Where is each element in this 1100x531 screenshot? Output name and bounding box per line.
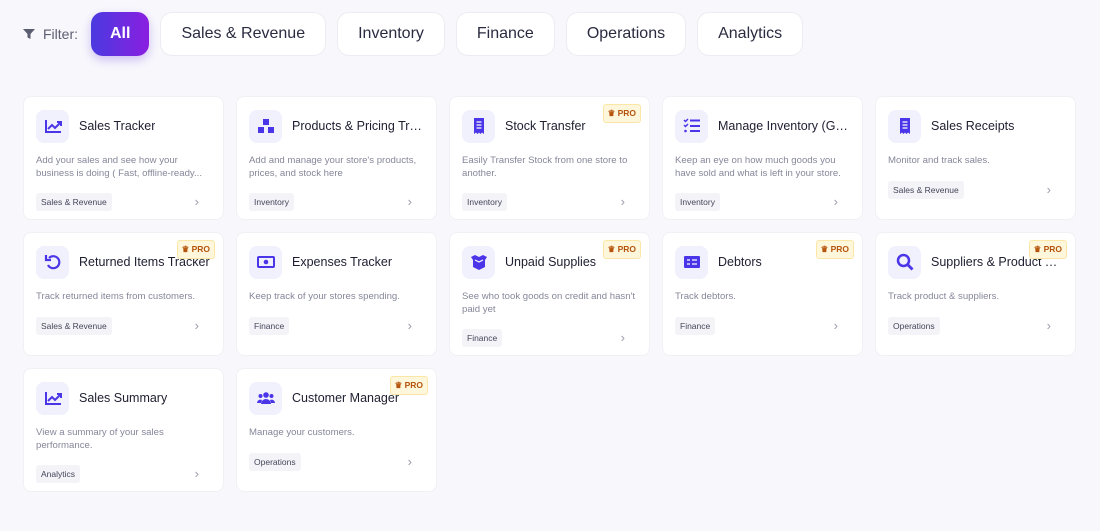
card-description: Keep an eye on how much goods you have s…	[675, 155, 841, 179]
card-title: Expenses Tracker	[292, 255, 393, 269]
tool-card-customer-manager[interactable]: Customer Manager Manage your customers. …	[236, 368, 437, 492]
crown-icon: ♛	[820, 244, 829, 254]
card-description: View a summary of your sales performance…	[36, 427, 164, 451]
card-title: Sales Summary	[79, 391, 168, 405]
filter-analytics-button[interactable]: Analytics	[697, 12, 804, 56]
card-description: Add and manage your store's products, pr…	[249, 155, 417, 179]
chevron-right-icon: ›	[194, 194, 199, 209]
category-tag: Finance	[462, 329, 503, 347]
filter-finance-button[interactable]: Finance	[455, 12, 555, 56]
filter-bar: Filter: All Sales & Revenue Inventory Finan…	[22, 12, 804, 56]
crown-icon: ♛	[181, 244, 190, 254]
chevron-right-icon: ›	[1046, 181, 1051, 197]
filter-icon	[23, 29, 35, 39]
crown-icon: ♛	[607, 244, 616, 254]
category-tag: Operations	[888, 316, 940, 335]
trending-up-icon	[36, 109, 69, 143]
card-description: Manage your customers.	[249, 427, 355, 438]
card-description: Add your sales and see how your business…	[36, 155, 203, 179]
card-title: Manage Inventory (Go...	[718, 119, 850, 133]
card-title: Debtors	[718, 255, 762, 269]
card-title: Customer Manager	[292, 391, 399, 405]
bill-icon	[675, 245, 708, 279]
receipt-icon	[462, 109, 495, 143]
tool-card-sales-summary[interactable]: Sales Summary View a summary of your sal…	[23, 368, 224, 492]
tool-card-suppliers-product-tr[interactable]: Suppliers & Product Tr... Track product …	[875, 232, 1076, 356]
pro-badge: ♛ PRO	[815, 240, 854, 259]
chevron-right-icon: ›	[407, 317, 412, 333]
tools-grid: Sales Tracker Add your sales and see how…	[23, 96, 1076, 492]
tool-card-sales-tracker[interactable]: Sales Tracker Add your sales and see how…	[23, 96, 224, 220]
pro-badge: ♛ PRO	[602, 104, 641, 123]
category-tag: Sales & Revenue	[36, 193, 112, 211]
category-tag: Operations	[249, 452, 301, 471]
card-description: Keep track of your stores spending.	[249, 291, 400, 302]
card-title: Sales Tracker	[79, 119, 156, 133]
card-description: Track debtors.	[675, 291, 736, 302]
category-tag: Sales & Revenue	[36, 316, 112, 335]
chevron-right-icon: ›	[194, 466, 199, 481]
pro-badge: ♛ PRO	[602, 240, 641, 259]
tool-card-debtors[interactable]: Debtors Track debtors. Finance › ♛ PRO	[662, 232, 863, 356]
checklist-icon	[675, 109, 708, 143]
trending-up-icon	[36, 381, 69, 415]
chevron-right-icon: ›	[407, 453, 412, 469]
category-tag: Finance	[675, 316, 716, 335]
crown-icon: ♛	[607, 108, 616, 118]
card-title: Unpaid Supplies	[505, 255, 597, 269]
card-title: Products & Pricing Trac...	[292, 119, 424, 133]
users-icon	[249, 381, 282, 415]
tool-card-manage-inventory-go[interactable]: Manage Inventory (Go... Keep an eye on h…	[662, 96, 863, 220]
card-header: Sales Tracker	[36, 109, 211, 143]
tool-card-unpaid-supplies[interactable]: Unpaid Supplies See who took goods on cr…	[449, 232, 650, 356]
category-tag: Finance	[249, 316, 290, 335]
boxes-icon	[249, 109, 282, 143]
card-header: Sales Receipts	[888, 109, 1063, 143]
box-open-icon	[462, 245, 495, 279]
tool-card-stock-transfer[interactable]: Stock Transfer Easily Transfer Stock fro…	[449, 96, 650, 220]
pro-badge: ♛ PRO	[1028, 240, 1067, 259]
chevron-right-icon: ›	[833, 317, 838, 333]
filter-all-button[interactable]: All	[91, 12, 150, 56]
filter-inventory-button[interactable]: Inventory	[337, 12, 445, 56]
card-description: Track returned items from customers.	[36, 291, 196, 302]
chevron-right-icon: ›	[1046, 317, 1051, 333]
card-header: Products & Pricing Trac...	[249, 109, 424, 143]
search-icon	[888, 245, 921, 279]
category-tag: Inventory	[462, 193, 507, 211]
card-description: Easily Transfer Stock from one store to …	[462, 155, 628, 179]
tool-card-products-pricing-trac[interactable]: Products & Pricing Trac... Add and manag…	[236, 96, 437, 220]
card-header: Manage Inventory (Go...	[675, 109, 850, 143]
category-tag: Sales & Revenue	[888, 180, 964, 199]
receipt-icon	[888, 109, 921, 143]
card-title: Stock Transfer	[505, 119, 586, 133]
crown-icon: ♛	[394, 380, 403, 390]
card-description: See who took goods on credit and hasn't …	[462, 291, 636, 315]
category-tag: Inventory	[249, 193, 294, 211]
chevron-right-icon: ›	[194, 317, 199, 333]
card-description: Track product & suppliers.	[888, 291, 1000, 302]
filter-label: Filter:	[22, 26, 78, 42]
tool-card-returned-items-tracker[interactable]: Returned Items Tracker Track returned it…	[23, 232, 224, 356]
pro-badge: ♛ PRO	[176, 240, 215, 259]
crown-icon: ♛	[1033, 244, 1042, 254]
tool-card-expenses-tracker[interactable]: Expenses Tracker Keep track of your stor…	[236, 232, 437, 356]
tool-card-sales-receipts[interactable]: Sales Receipts Monitor and track sales. …	[875, 96, 1076, 220]
card-header: Expenses Tracker	[249, 245, 424, 279]
filter-operations-button[interactable]: Operations	[565, 12, 687, 56]
card-description: Monitor and track sales.	[888, 155, 990, 166]
chevron-right-icon: ›	[833, 194, 838, 209]
undo-icon	[36, 245, 69, 279]
pro-badge: ♛ PRO	[389, 376, 428, 395]
card-header: Sales Summary	[36, 381, 211, 415]
chevron-right-icon: ›	[407, 194, 412, 209]
chevron-right-icon: ›	[620, 194, 625, 209]
filter-sales-revenue-button[interactable]: Sales & Revenue	[160, 12, 327, 56]
category-tag: Analytics	[36, 465, 81, 483]
category-tag: Inventory	[675, 193, 720, 211]
money-icon	[249, 245, 282, 279]
chevron-right-icon: ›	[620, 330, 625, 345]
card-title: Sales Receipts	[931, 119, 1015, 133]
